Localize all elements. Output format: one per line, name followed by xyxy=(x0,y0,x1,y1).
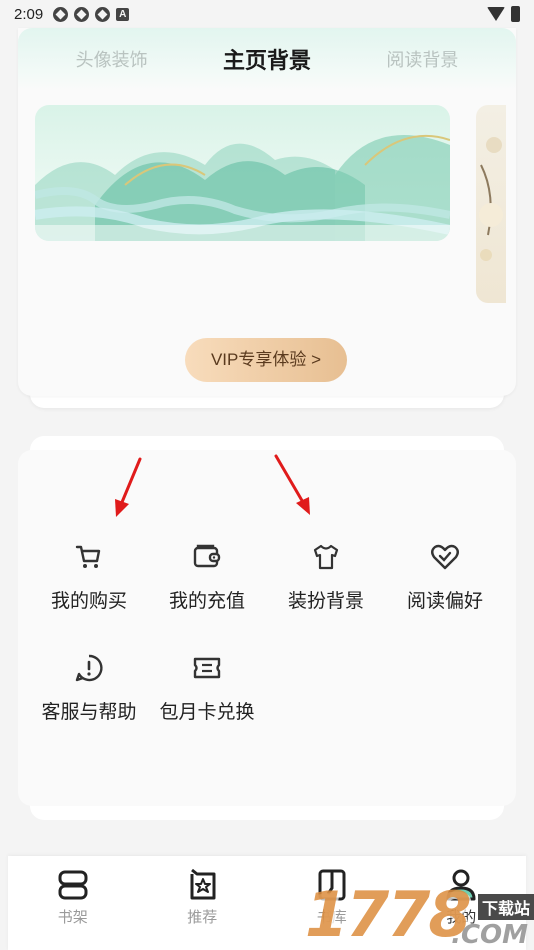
watermark-domain: .COM xyxy=(451,920,528,950)
menu-item-reading-preference[interactable]: 阅读偏好 xyxy=(386,542,504,642)
menu-item-label: 我的购买 xyxy=(50,591,127,612)
menu-item-customer-service[interactable]: 客服与帮助 xyxy=(30,653,148,753)
tab-avatar-decoration[interactable]: 头像装饰 xyxy=(76,46,148,72)
app-notification-icon xyxy=(74,6,90,22)
red-arrow-annotation xyxy=(274,454,310,515)
red-arrow-annotation xyxy=(115,457,142,517)
watermark-tag: 下载站 xyxy=(477,894,534,920)
menu-item-my-recharge[interactable]: 我的充值 xyxy=(148,542,266,642)
nav-item-bookshelf[interactable]: 书架 xyxy=(23,868,123,950)
menu-item-label: 包月卡兑换 xyxy=(159,702,255,723)
background-tabs: 头像装饰 主页背景 阅读背景 xyxy=(18,28,516,90)
background-card: 头像装饰 主页背景 阅读背景 VIP专享体验 > xyxy=(18,28,516,396)
menu-card: 我的购买 我的充值 装扮背景 阅读偏好 客服与帮助 包月卡兑换 xyxy=(18,450,516,806)
landscape-illustration xyxy=(35,134,450,241)
site-watermark: 1778 下载站 .COM xyxy=(305,880,534,950)
menu-item-my-purchases[interactable]: 我的购买 xyxy=(30,542,148,642)
flower-illustration xyxy=(479,137,503,261)
a-notification-icon: A xyxy=(116,7,130,21)
app-notification-icon xyxy=(95,6,111,22)
wallet-icon xyxy=(193,544,221,568)
battery-icon xyxy=(511,6,520,22)
exclamation-circle-icon xyxy=(75,654,103,682)
menu-item-label: 装扮背景 xyxy=(287,591,364,612)
nav-label: 推荐 xyxy=(187,909,218,926)
menu-item-monthly-card-redeem[interactable]: 包月卡兑换 xyxy=(148,653,266,753)
bookshelf-icon xyxy=(58,870,88,900)
vip-experience-button[interactable]: VIP专享体验 > xyxy=(185,338,347,382)
watermark-number: 1778 xyxy=(305,878,472,950)
background-preview-landscape[interactable] xyxy=(35,105,450,241)
wifi-icon xyxy=(487,7,505,21)
nav-label: 书架 xyxy=(57,909,88,926)
app-notification-icon xyxy=(53,6,69,22)
menu-item-label: 我的充值 xyxy=(168,591,245,612)
menu-item-dress-up-background[interactable]: 装扮背景 xyxy=(267,542,385,642)
nav-item-recommend[interactable]: 推荐 xyxy=(152,868,252,950)
menu-item-label: 客服与帮助 xyxy=(41,702,137,723)
tab-reading-background[interactable]: 阅读背景 xyxy=(386,46,458,72)
heart-check-icon xyxy=(431,544,459,570)
tshirt-icon xyxy=(313,544,339,570)
ticket-icon xyxy=(193,657,221,679)
star-doc-icon xyxy=(190,868,216,900)
status-bar: 2:09 A xyxy=(0,0,534,28)
tab-homepage-background[interactable]: 主页背景 xyxy=(223,43,311,75)
background-preview-flowers[interactable] xyxy=(476,105,506,303)
status-notification-icons: A xyxy=(53,6,130,22)
menu-item-label: 阅读偏好 xyxy=(406,591,483,612)
status-time: 2:09 xyxy=(14,5,44,23)
cart-icon xyxy=(75,545,101,568)
